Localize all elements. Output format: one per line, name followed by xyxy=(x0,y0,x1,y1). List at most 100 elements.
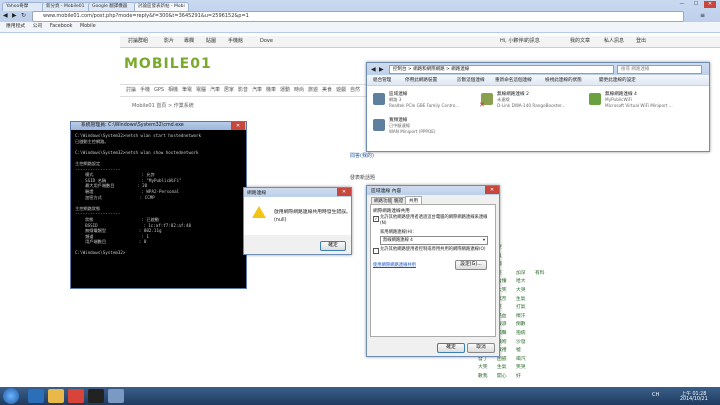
back-icon[interactable]: ◀ xyxy=(371,66,376,73)
nav-video[interactable]: 影片 xyxy=(164,36,174,47)
bookmark-facebook[interactable]: Facebook xyxy=(50,22,73,32)
emoji-word[interactable]: 噓 xyxy=(516,346,521,353)
tab-yahoo[interactable]: Yahoo奇摩 xyxy=(2,2,45,11)
emoji-word[interactable]: 倒數 xyxy=(516,320,526,327)
cat-16[interactable]: 自然 xyxy=(350,85,360,96)
cat-9[interactable]: 汽車 xyxy=(252,85,262,96)
bookmark-mobile[interactable]: Mobile xyxy=(80,22,96,32)
language-indicator[interactable]: CH xyxy=(652,392,659,398)
emoji-word[interactable]: 有料 xyxy=(535,269,545,276)
emoji-word[interactable]: 數我 xyxy=(478,372,488,379)
nav-forum[interactable]: 討論群組 xyxy=(128,36,148,47)
taskbar-folder-icon[interactable] xyxy=(48,389,64,403)
emoji-word[interactable]: 抱病 xyxy=(516,329,526,336)
clock[interactable]: 上午 01:28 2014/10/21 xyxy=(680,390,708,402)
tab-mobile01-post[interactable]: 討論區發表新帖 - Mobi xyxy=(134,2,189,11)
nav-phones[interactable]: 手機館 xyxy=(228,36,243,47)
nav-column[interactable]: 專欄 xyxy=(184,36,194,47)
emoji-word[interactable]: 加深 xyxy=(516,269,526,276)
emoji-word[interactable]: 喝汽 xyxy=(516,355,526,362)
nav-user-hi[interactable]: Hi, 小夥伴I的訊息 xyxy=(500,36,540,47)
cat-1[interactable]: 手機 xyxy=(140,85,150,96)
connection-item-wireless-2[interactable]: ✕ 無線網路連線 2 未連線 D-Link DWA-140 RangeBoost… xyxy=(479,91,591,113)
tab-sharing[interactable]: 共用 xyxy=(405,196,422,204)
bookmark-company[interactable]: 公司 xyxy=(33,22,43,32)
menu-icon[interactable]: ≡ xyxy=(700,12,705,19)
tab-new[interactable]: 新分頁 - Mobile01 xyxy=(42,2,91,11)
connection-item-wireless-4[interactable]: 無線網路連線 4 MyPublicWiFi Microsoft Virtual … xyxy=(589,91,707,113)
nav-logout[interactable]: 登出 xyxy=(636,36,646,47)
close-icon[interactable]: ✕ xyxy=(704,1,716,8)
nav-messages[interactable]: 私人訊息 xyxy=(604,36,624,47)
address-bar[interactable]: www.mobile01.com/post.php?mode=reply&f=3… xyxy=(32,11,684,22)
emoji-word[interactable]: 生氣 xyxy=(516,295,526,302)
taskbar-network-icon[interactable] xyxy=(108,389,124,403)
explorer-search-input[interactable]: 搜尋 網路連線 xyxy=(617,65,702,74)
cat-2[interactable]: GPS xyxy=(154,85,164,96)
emoji-word[interactable]: 哈大 xyxy=(516,277,526,284)
allow-sharing-checkbox[interactable]: ✓ xyxy=(373,216,379,222)
emoji-word[interactable]: 生氣 xyxy=(497,363,507,370)
tab-authentication[interactable]: 驗證 xyxy=(391,197,406,204)
emoji-word[interactable]: 大笑 xyxy=(478,363,488,370)
toolbar-rename[interactable]: 重新命名這個連線 xyxy=(495,77,532,83)
cat-12[interactable]: 時尚 xyxy=(294,85,304,96)
fragment-qa[interactable]: 問答(我的) xyxy=(350,152,374,159)
chevron-down-icon: ▾ xyxy=(482,238,485,243)
ics-help-link[interactable]: 使用網際網路連線共用 xyxy=(373,262,416,268)
toolbar-diagnose[interactable]: 診斷這個連線 xyxy=(457,77,485,83)
cat-14[interactable]: 美食 xyxy=(322,85,332,96)
allow-control-checkbox[interactable] xyxy=(373,248,379,254)
connection-item-local[interactable]: 區域連線 網路 3 Realtek PCIe GBE Family Contro… xyxy=(373,91,483,113)
toolbar-organize[interactable]: 組合管理 xyxy=(373,77,391,83)
cat-3[interactable]: 相機 xyxy=(168,85,178,96)
cat-10[interactable]: 機車 xyxy=(266,85,276,96)
settings-button[interactable]: 設定(G)... xyxy=(455,260,487,270)
taskbar-ie-icon[interactable] xyxy=(28,389,44,403)
back-icon[interactable]: ◀ xyxy=(3,12,8,19)
taskbar-chrome-icon[interactable] xyxy=(68,389,84,403)
start-button[interactable] xyxy=(3,388,19,404)
nav-dove[interactable]: Dove xyxy=(260,36,273,47)
dialog-ok-button[interactable]: 確定 xyxy=(320,241,346,251)
close-icon[interactable]: ✕ xyxy=(485,186,499,194)
toolbar-change-settings[interactable]: 變更此連線的設定 xyxy=(599,77,636,83)
emoji-word[interactable]: 擦汗 xyxy=(516,312,526,319)
cat-15[interactable]: 遊戲 xyxy=(336,85,346,96)
nav-my-posts[interactable]: 我的文章 xyxy=(570,36,590,47)
connection-item-broadband[interactable]: 寬頻連線 已中斷連線 WAN Miniport (PPPOE) xyxy=(373,117,483,139)
emoji-word[interactable]: 好 xyxy=(516,372,521,379)
toolbar-view-status[interactable]: 檢視此連線的狀態 xyxy=(545,77,582,83)
cat-7[interactable]: 居家 xyxy=(224,85,234,96)
props-cancel-button[interactable]: 取消 xyxy=(467,343,495,353)
maximize-icon[interactable]: ☐ xyxy=(690,1,702,8)
cat-8[interactable]: 影音 xyxy=(238,85,248,96)
emoji-word[interactable]: 沙發 xyxy=(516,338,526,345)
close-icon[interactable]: ✕ xyxy=(337,188,351,196)
bookmark-apps[interactable]: 應用程式 xyxy=(6,22,25,32)
explorer-address-bar[interactable]: 控制台 > 網路和網際網路 > 網路連線 xyxy=(389,65,614,74)
emoji-word[interactable]: 笑哭 xyxy=(516,363,526,370)
home-network-select[interactable]: 無線網路連線 4 ▾ xyxy=(380,236,488,245)
reload-icon[interactable]: ↻ xyxy=(21,12,26,19)
forward-icon[interactable]: ▶ xyxy=(12,12,17,19)
cat-6[interactable]: 汽車 xyxy=(210,85,220,96)
cmd-output[interactable]: C:\Windows\System32>netsh wlan start hos… xyxy=(71,130,246,259)
props-ok-button[interactable]: 確定 xyxy=(437,343,465,353)
emoji-word[interactable]: 開心 xyxy=(497,372,507,379)
forward-icon[interactable]: ▶ xyxy=(379,66,384,73)
cat-0[interactable]: 討論 xyxy=(126,85,136,96)
cat-4[interactable]: 筆電 xyxy=(182,85,192,96)
minimize-icon[interactable]: — xyxy=(676,1,688,8)
cat-13[interactable]: 旅遊 xyxy=(308,85,318,96)
close-icon[interactable]: ✕ xyxy=(231,122,245,130)
taskbar-cmd-icon[interactable] xyxy=(88,389,104,403)
emoji-word[interactable]: 打氣 xyxy=(516,303,526,310)
tab-google-translate[interactable]: Google 翻譯機器 xyxy=(88,2,137,11)
toolbar-disable-device[interactable]: 停用此網路裝置 xyxy=(405,77,437,83)
cat-11[interactable]: 運動 xyxy=(280,85,290,96)
site-logo[interactable]: MOBILE01 xyxy=(124,56,212,72)
emoji-word[interactable]: 大哭 xyxy=(516,286,526,293)
cat-5[interactable]: 電腦 xyxy=(196,85,206,96)
nav-pics[interactable]: 貼圖 xyxy=(206,36,216,47)
